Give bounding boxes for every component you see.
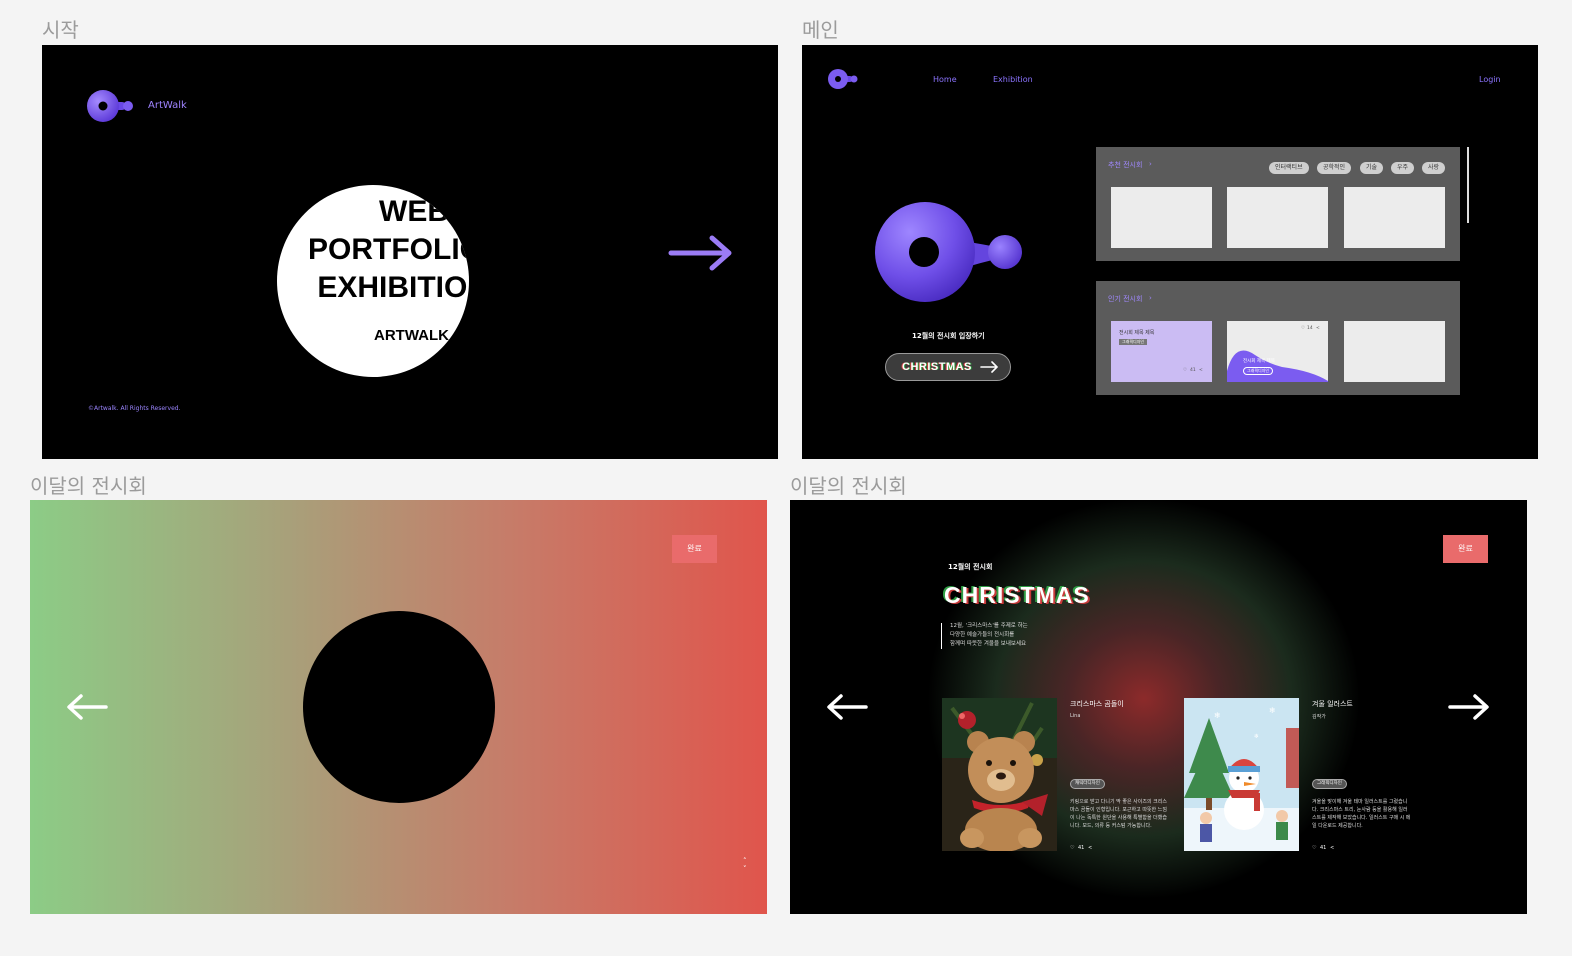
heart-icon[interactable]: ♡: [1070, 845, 1074, 851]
hero-sub: ARTWALK: [374, 327, 449, 344]
nav-home[interactable]: Home: [933, 75, 957, 84]
main-screen: Home Exhibition Login 12월의 전시회 입장하기 CHRI…: [802, 45, 1538, 459]
snowman-illustration-image[interactable]: ❄ ❄ ❄: [1184, 698, 1299, 851]
popular-card[interactable]: ♡ 14 < 전시회 제목 제목 그래픽디자인: [1227, 321, 1328, 382]
recommended-card[interactable]: [1111, 187, 1212, 248]
nav-login[interactable]: Login: [1479, 75, 1501, 84]
chip-tech[interactable]: 기술: [1360, 162, 1384, 174]
teddy-bear-image[interactable]: [942, 698, 1057, 851]
hero-line-2: PORTFOLIO: [308, 233, 469, 266]
card-title: 전시회 제목 제목: [1243, 359, 1275, 364]
month-title: 12월의 전시회: [948, 563, 993, 571]
artwork-title: 크리스마스 곰돌이: [1070, 700, 1124, 708]
intro-divider: [941, 623, 942, 649]
frame-label-month-intro: 이달의 전시회: [30, 474, 147, 498]
enter-text: 12월의 전시회 입장하기: [912, 332, 985, 340]
artwork-tag: 그래픽디자인: [1312, 779, 1347, 789]
artwalk-logo[interactable]: [86, 89, 136, 123]
christmas-cta-button[interactable]: CHRISTMAS: [885, 353, 1011, 381]
intro-line: 다양한 예술가들의 전시회를: [950, 632, 1015, 638]
artwork-tag: 캐릭터디자인: [1070, 779, 1105, 789]
artwork-author: Lina: [1070, 713, 1081, 719]
donut-3d-graphic: [875, 202, 1022, 302]
recommended-card[interactable]: [1344, 187, 1445, 248]
hero-line-3: EXHIBITION: [317, 271, 469, 304]
chip-engineering[interactable]: 공학적인: [1317, 162, 1352, 174]
popular-title[interactable]: 인기 전시회: [1108, 294, 1142, 304]
cta-label: CHRISTMAS: [902, 361, 972, 373]
share-icon[interactable]: <: [1330, 845, 1334, 851]
start-screen: ArtWalk WEB PORTFOLIO EXHIBITION ARTWALK…: [42, 45, 778, 459]
arrow-right-icon[interactable]: [668, 233, 734, 273]
popular-card[interactable]: 전시회 제목 제목 그래픽디자인 ♡ 41 <: [1111, 321, 1212, 382]
theme-title: CHRISTMAS: [944, 582, 1090, 608]
share-icon[interactable]: <: [1199, 368, 1203, 373]
brand-name: ArtWalk: [148, 100, 187, 111]
arrow-left-icon[interactable]: [66, 693, 108, 721]
heart-icon[interactable]: ♡: [1183, 368, 1187, 373]
month-detail-screen: 완료 12월의 전시회 CHRISTMAS 12월, '크리스마스'를 주제로 …: [790, 500, 1527, 914]
done-button[interactable]: 완료: [672, 535, 717, 563]
svg-text:❄: ❄: [1269, 706, 1276, 715]
nav-exhibition[interactable]: Exhibition: [993, 75, 1033, 84]
scrollbar[interactable]: [1467, 147, 1469, 223]
intro-line: 12월, '크리스마스'를 주제로 하는: [950, 623, 1028, 629]
card-title: 전시회 제목 제목: [1119, 330, 1155, 336]
like-count: 14: [1307, 326, 1313, 331]
heart-icon[interactable]: ♡: [1301, 326, 1305, 331]
card-tag: 그래픽디자인: [1119, 339, 1148, 345]
intro-line: 함께며 따뜻한 겨울을 보내보세요: [950, 641, 1027, 647]
arrow-left-icon[interactable]: [826, 693, 868, 721]
svg-text:❄: ❄: [1254, 733, 1259, 740]
share-icon[interactable]: <: [1316, 326, 1320, 331]
month-intro-screen: 완료 ˄ ˅: [30, 500, 767, 914]
scroll-indicator-icon[interactable]: ˄ ˅: [743, 857, 747, 873]
chevron-right-icon[interactable]: ›: [1149, 294, 1152, 302]
svg-text:❄: ❄: [1214, 711, 1221, 720]
black-circle: [303, 611, 495, 803]
recommended-card[interactable]: [1227, 187, 1328, 248]
recommended-title[interactable]: 추천 전시회: [1108, 160, 1142, 170]
like-count: 41: [1190, 368, 1196, 373]
frame-label-main: 메인: [802, 18, 839, 42]
card-tag: 그래픽디자인: [1243, 367, 1274, 375]
frame-label-month-detail: 이달의 전시회: [790, 474, 907, 498]
arrow-right-icon: [980, 361, 999, 373]
copyright: ©Artwalk. All Rights Reserved.: [88, 405, 181, 412]
heart-icon[interactable]: ♡: [1312, 845, 1316, 851]
like-count: 41: [1320, 845, 1327, 851]
chip-love[interactable]: 사랑: [1422, 162, 1446, 174]
frame-label-start: 시작: [42, 18, 79, 42]
intro-text: 12월, '크리스마스'를 주제로 하는 다양한 예술가들의 전시회를 함께며 …: [950, 622, 1028, 649]
recommended-panel: 추천 전시회 › 인터랙티브 공학적인 기술 우주 사랑: [1096, 147, 1460, 261]
popular-card[interactable]: [1344, 321, 1445, 382]
share-icon[interactable]: <: [1088, 845, 1092, 851]
chevron-right-icon[interactable]: ›: [1149, 160, 1152, 168]
popular-panel: 인기 전시회 › 전시회 제목 제목 그래픽디자인 ♡ 41 < ♡ 14 < …: [1096, 281, 1460, 395]
chip-space[interactable]: 우주: [1391, 162, 1415, 174]
artwork-title: 겨울 일러스트: [1312, 700, 1353, 708]
artwork-desc: 겨울을 맞이해 겨울 테마 일러스트를 그렸습니다. 크리스마스 트리, 눈사람…: [1312, 799, 1411, 829]
nav-logo[interactable]: [827, 68, 861, 90]
hero-circle: WEB PORTFOLIO EXHIBITION ARTWALK: [277, 185, 469, 377]
artwork-author: 김작가: [1312, 714, 1326, 720]
like-count: 41: [1078, 845, 1085, 851]
artwork-desc: 키링으로 받고 다니기 딱 좋은 사이즈의 크리스마스 곰돌이 인형입니다. 포…: [1070, 799, 1167, 829]
arrow-right-icon[interactable]: [1448, 693, 1490, 721]
hero-line-1: WEB: [379, 195, 449, 228]
chip-interactive[interactable]: 인터랙티브: [1269, 162, 1309, 174]
done-button[interactable]: 완료: [1443, 535, 1488, 563]
